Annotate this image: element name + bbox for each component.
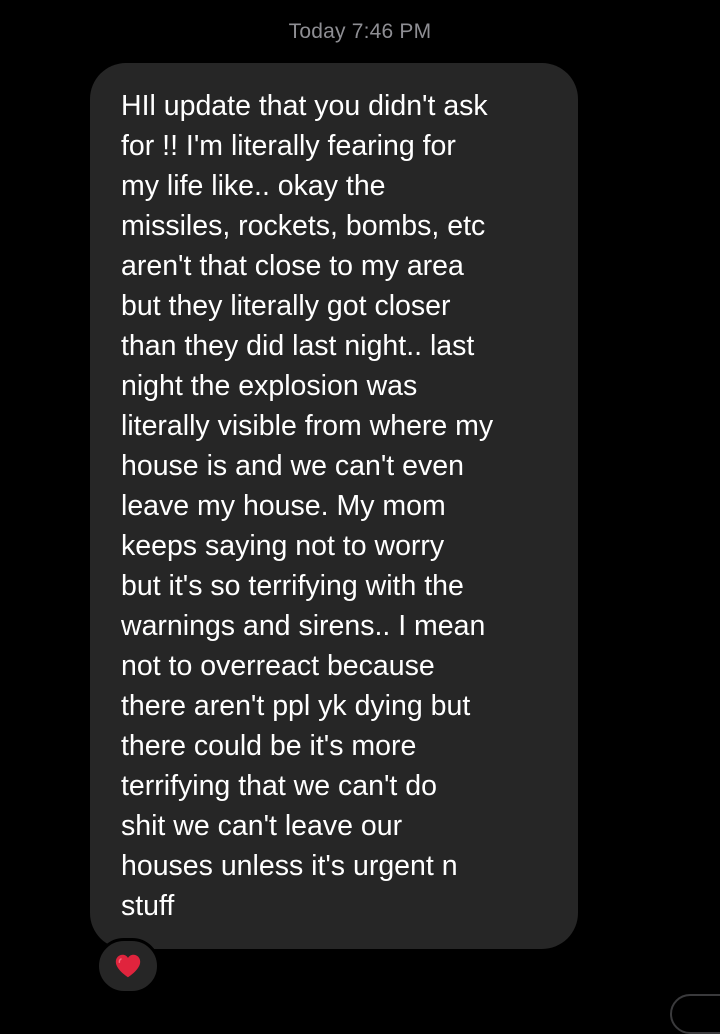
message-line: literally visible from where my bbox=[121, 410, 494, 442]
message-line: houses unless it's urgent n bbox=[121, 850, 458, 882]
message-line: house is and we can't even bbox=[121, 450, 464, 482]
partial-ui-element bbox=[670, 994, 720, 1034]
message-line: my life like.. okay the bbox=[121, 170, 386, 202]
message-line: warnings and sirens.. I mean bbox=[121, 610, 486, 642]
message-timestamp: Today 7:46 PM bbox=[288, 20, 432, 43]
message-line: there could be it's more bbox=[121, 730, 417, 762]
message-line: night the explosion was bbox=[121, 370, 418, 402]
message-line: aren't that close to my area bbox=[121, 250, 464, 282]
message-line: but they literally got closer bbox=[121, 290, 451, 322]
message-line: leave my house. My mom bbox=[121, 490, 446, 522]
message-line: terrifying that we can't do bbox=[121, 770, 437, 802]
reaction-badge[interactable] bbox=[96, 938, 160, 994]
heart-icon bbox=[115, 954, 141, 978]
message-line: not to overreact because bbox=[121, 650, 435, 682]
message-text: HIl update that you didn't ask for !! I'… bbox=[121, 86, 566, 926]
message-bubble[interactable]: HIl update that you didn't ask for !! I'… bbox=[90, 63, 578, 949]
message-line: for !! I'm literally fearing for bbox=[121, 130, 456, 162]
message-line: stuff bbox=[121, 890, 175, 922]
message-line: there aren't ppl yk dying but bbox=[121, 690, 471, 722]
message-line: shit we can't leave our bbox=[121, 810, 403, 842]
message-line: HIl update that you didn't ask bbox=[121, 90, 488, 122]
message-line: missiles, rockets, bombs, etc bbox=[121, 210, 486, 242]
message-line: than they did last night.. last bbox=[121, 330, 475, 362]
message-line: keeps saying not to worry bbox=[121, 530, 445, 562]
message-line: but it's so terrifying with the bbox=[121, 570, 464, 602]
